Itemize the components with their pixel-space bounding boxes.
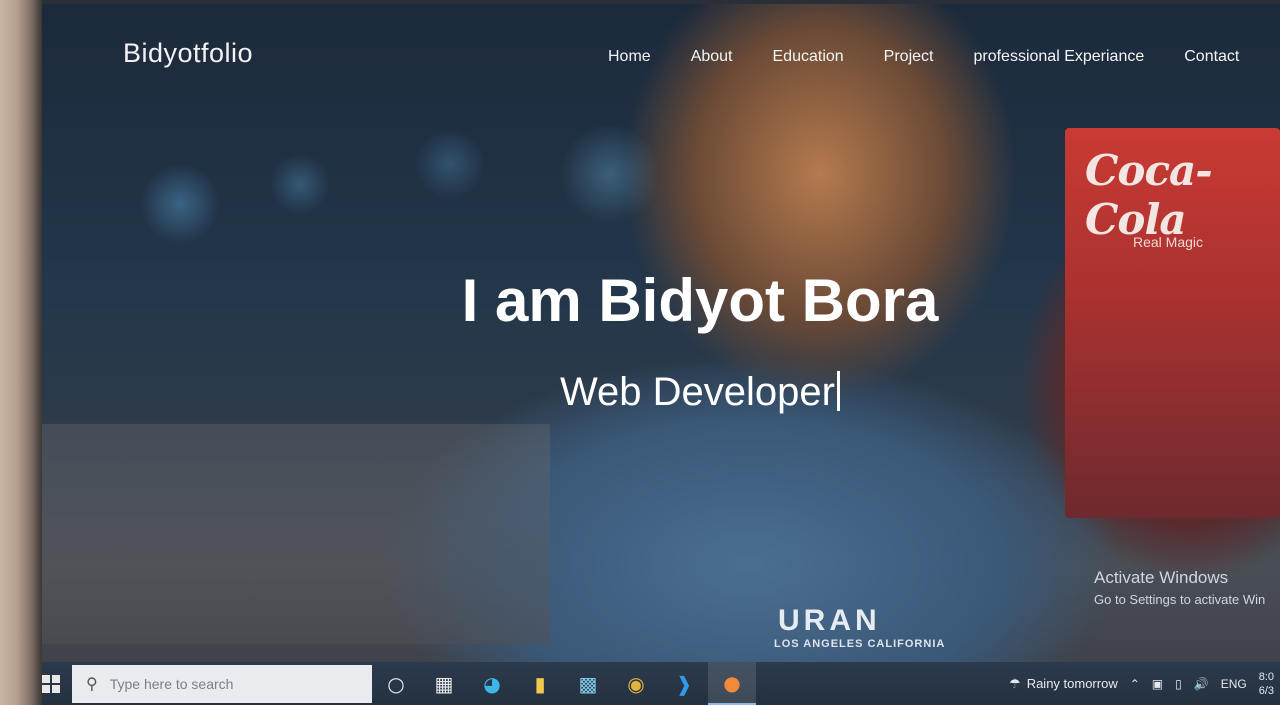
nav-education[interactable]: Education	[773, 48, 844, 66]
clock-date: 6/3	[1258, 684, 1274, 697]
nav-bar: Home About Education Project professiona…	[608, 48, 1239, 66]
taskbar: ⚲ Type here to search ○ ▦ ◕ ▮ ▩ ◉ ❱ ● ☂ …	[30, 662, 1280, 705]
background-road	[30, 424, 550, 644]
shirt-print: URAN	[778, 604, 881, 637]
photos-icon[interactable]: ▩	[564, 662, 612, 705]
watermark-subtitle: Go to Settings to activate Win	[1094, 592, 1266, 607]
hero-subtitle: Web Developer	[530, 370, 870, 415]
firefox-icon[interactable]: ●	[708, 662, 756, 705]
task-view-icon[interactable]: ▦	[420, 662, 468, 705]
activation-watermark: Activate Windows Go to Settings to activ…	[1094, 568, 1265, 607]
weather-widget[interactable]: ☂ Rainy tomorrow	[1009, 676, 1118, 692]
hero-title: I am Bidyot Bora	[461, 267, 939, 334]
taskbar-search[interactable]: ⚲ Type here to search	[72, 664, 372, 703]
battery-icon[interactable]: ▯	[1175, 677, 1182, 691]
search-placeholder: Type here to search	[109, 675, 234, 692]
typing-caret	[836, 371, 840, 411]
poster-brand: Coca-Cola	[1085, 146, 1213, 244]
clock-time: 8:0	[1258, 670, 1274, 683]
file-explorer-icon[interactable]: ▮	[516, 662, 564, 705]
nav-contact[interactable]: Contact	[1184, 48, 1239, 66]
network-icon[interactable]: ▣	[1152, 677, 1163, 691]
nav-professional-experience[interactable]: professional Experiance	[973, 48, 1144, 66]
watermark-title: Activate Windows	[1094, 568, 1229, 587]
search-icon: ⚲	[86, 675, 98, 693]
chrome-icon[interactable]: ◉	[612, 662, 660, 705]
site-brand[interactable]: Bidyotfolio	[123, 38, 253, 69]
background-poster: Coca-Cola Real Magic	[1065, 128, 1280, 518]
volume-icon[interactable]: 🔊	[1194, 677, 1209, 691]
rain-icon: ☂	[1009, 675, 1021, 691]
language-indicator[interactable]: ENG	[1221, 677, 1247, 691]
edge-icon[interactable]: ◕	[468, 662, 516, 705]
monitor-bezel-left	[0, 0, 42, 705]
nav-project[interactable]: Project	[884, 48, 934, 66]
weather-text: Rainy tomorrow	[1026, 676, 1118, 691]
system-tray: ☂ Rainy tomorrow ⌃ ▣ ▯ 🔊 ENG 8:0 6/3	[1009, 670, 1280, 698]
vscode-icon[interactable]: ❱	[660, 662, 708, 705]
nav-home[interactable]: Home	[608, 48, 651, 66]
cortana-icon[interactable]: ○	[372, 662, 420, 705]
poster-tagline: Real Magic	[1133, 234, 1204, 250]
chevron-up-icon[interactable]: ⌃	[1130, 677, 1140, 691]
nav-about[interactable]: About	[691, 48, 733, 66]
screen: Coca-Cola Real Magic URAN LOS ANGELES CA…	[30, 4, 1280, 705]
hero-subtitle-text: Web Developer	[560, 370, 835, 414]
shirt-subprint: LOS ANGELES CALIFORNIA	[774, 638, 946, 650]
windows-icon	[42, 674, 60, 693]
clock[interactable]: 8:0 6/3	[1259, 670, 1274, 698]
